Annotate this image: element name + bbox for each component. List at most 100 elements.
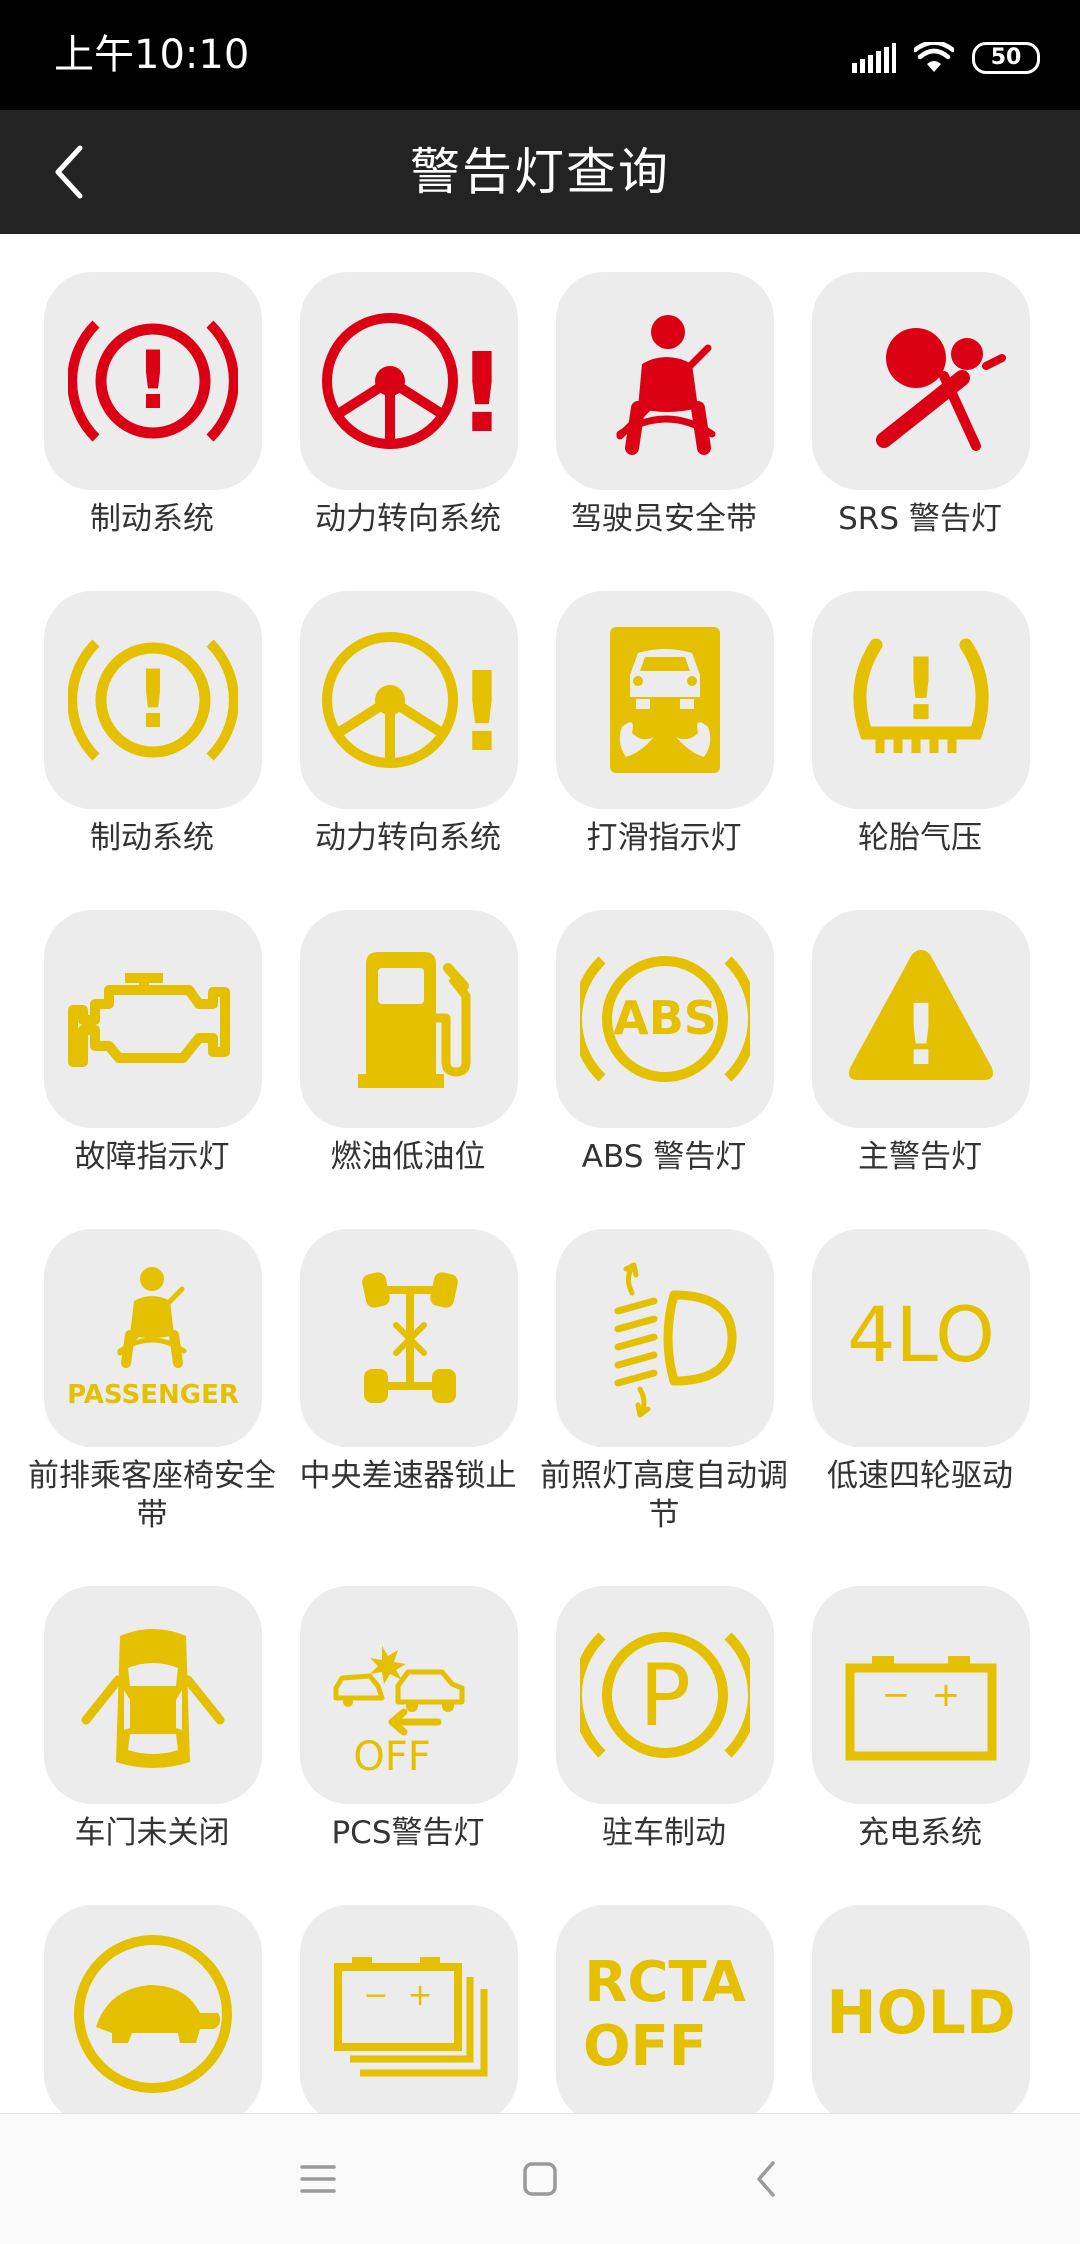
icon-tile — [300, 910, 518, 1128]
abs-icon: ABS — [580, 956, 750, 1082]
icon-tile — [44, 910, 262, 1128]
4lo-icon: 4LO — [847, 1290, 995, 1379]
warning-label: PCS警告灯 — [331, 1815, 485, 1851]
svg-text:4LO: 4LO — [847, 1290, 995, 1379]
svg-text:!: ! — [135, 334, 171, 427]
back-button[interactable] — [30, 132, 110, 212]
icon-tile — [44, 1586, 262, 1804]
icon-tile: ! — [300, 591, 518, 809]
navigation-bar — [0, 2113, 1080, 2244]
warning-label: 动力转向系统 — [315, 501, 501, 537]
icon-tile — [44, 1905, 262, 2113]
warning-label: 低速四轮驱动 — [827, 1458, 1013, 1494]
wifi-icon — [914, 42, 954, 72]
system-back-button[interactable] — [726, 2144, 806, 2214]
back-triangle-icon — [757, 2161, 775, 2197]
svg-text:HOLD: HOLD — [826, 1978, 1015, 2048]
warning-light-grid: ! 制动系统 ! 动力转向系统 驾驶员安全带 SRS 警告灯 ! 制动系统 ! … — [0, 234, 1080, 2113]
svg-text:P: P — [639, 1646, 691, 1746]
battery-stack-icon: − + — [334, 1957, 488, 2077]
warning-label: 充电系统 — [858, 1815, 982, 1851]
svg-text:!: ! — [901, 640, 940, 740]
hold-icon: HOLD — [826, 1978, 1015, 2048]
icon-tile — [556, 272, 774, 490]
warning-label: 车门未关闭 — [74, 1815, 230, 1851]
warning-label: ABS 警告灯 — [581, 1139, 747, 1175]
icon-tile: PASSENGER — [44, 1229, 262, 1447]
warning-label: 前照灯高度自动调节 — [540, 1458, 788, 1533]
icon-tile — [812, 272, 1030, 490]
svg-text:RCTA: RCTA — [584, 1950, 746, 2015]
icon-tile: ABS — [556, 910, 774, 1128]
warning-label: 轮胎气压 — [858, 820, 982, 856]
icon-tile: ! — [812, 910, 1030, 1128]
icon-tile — [300, 1229, 518, 1447]
engine-icon — [68, 973, 230, 1067]
home-button[interactable] — [500, 2144, 580, 2214]
passenger-seatbelt-icon: PASSENGER — [67, 1267, 239, 1410]
menu-button[interactable] — [278, 2144, 358, 2214]
warning-label: 燃油低油位 — [330, 1139, 486, 1175]
icon-tile: OFF — [300, 1586, 518, 1804]
svg-text:!: ! — [135, 653, 171, 746]
icon-tile: HOLD — [812, 1905, 1030, 2113]
battery-charge-icon: − + — [845, 1656, 997, 1761]
brake-warning-icon: ! — [68, 639, 238, 761]
rcta-off-icon: RCTA OFF — [583, 1950, 746, 2079]
svg-text:!: ! — [457, 648, 504, 776]
menu-icon — [300, 2165, 336, 2193]
brake-warning-icon: ! — [68, 320, 238, 442]
fuel-pump-icon — [358, 952, 471, 1088]
svg-text:!: ! — [902, 986, 940, 1084]
airbag-icon — [876, 328, 1006, 451]
icon-tile: ! — [44, 272, 262, 490]
svg-text:ABS: ABS — [613, 991, 717, 1045]
parking-brake-icon: P — [580, 1632, 750, 1758]
svg-text:OFF: OFF — [353, 1734, 431, 1780]
center-diff-lock-icon — [362, 1272, 458, 1403]
svg-text:− +: − + — [882, 1675, 961, 1715]
turtle-icon — [74, 1935, 232, 2093]
home-icon — [523, 2162, 557, 2196]
warning-label: SRS 警告灯 — [838, 501, 1002, 537]
status-bar: 上午10:10 50 — [0, 0, 1080, 110]
warning-label: 驻车制动 — [602, 1815, 726, 1851]
seatbelt-icon — [616, 315, 716, 455]
icon-tile: 4LO — [812, 1229, 1030, 1447]
icon-tile: ! — [44, 591, 262, 809]
skid-car-icon — [610, 627, 720, 773]
icon-tile: ! — [812, 591, 1030, 809]
warning-label: 驾驶员安全带 — [571, 501, 757, 537]
app-bar: 警告灯查询 — [0, 110, 1080, 234]
screen: 上午10:10 50 警告灯查询 ! 制动系统 ! 动力转向系统 驾驶员安全带 … — [0, 0, 1080, 2244]
warning-label: 打滑指示灯 — [586, 820, 742, 856]
icon-tile: ! — [300, 272, 518, 490]
warning-label: 故障指示灯 — [74, 1139, 230, 1175]
signal-icon — [852, 43, 896, 73]
warning-label: 制动系统 — [90, 820, 214, 856]
status-icons: 50 — [852, 38, 1040, 78]
master-warning-icon: ! — [849, 950, 993, 1084]
warning-label: 动力转向系统 — [315, 820, 501, 856]
svg-text:!: ! — [457, 329, 504, 457]
icon-tile — [556, 591, 774, 809]
warning-label: 主警告灯 — [858, 1139, 982, 1175]
page-title: 警告灯查询 — [410, 143, 670, 201]
icon-tile: RCTA OFF — [556, 1905, 774, 2113]
icon-tile — [556, 1229, 774, 1447]
icon-tile: − + — [812, 1586, 1030, 1804]
svg-text:− +: − + — [363, 1978, 432, 2013]
icon-tile: P — [556, 1586, 774, 1804]
battery-level: 50 — [990, 45, 1022, 70]
svg-text:PASSENGER: PASSENGER — [67, 1380, 239, 1410]
warning-label: 前排乘客座椅安全带 — [28, 1458, 276, 1533]
battery-icon: 50 — [972, 42, 1040, 74]
status-time: 上午10:10 — [54, 32, 250, 78]
power-steering-icon: ! — [322, 632, 504, 776]
power-steering-icon: ! — [322, 313, 504, 457]
warning-label: 制动系统 — [90, 501, 214, 537]
tire-pressure-icon: ! — [853, 638, 989, 753]
svg-text:OFF: OFF — [583, 2014, 707, 2079]
door-open-icon — [81, 1629, 225, 1768]
pcs-icon: OFF — [333, 1646, 465, 1780]
